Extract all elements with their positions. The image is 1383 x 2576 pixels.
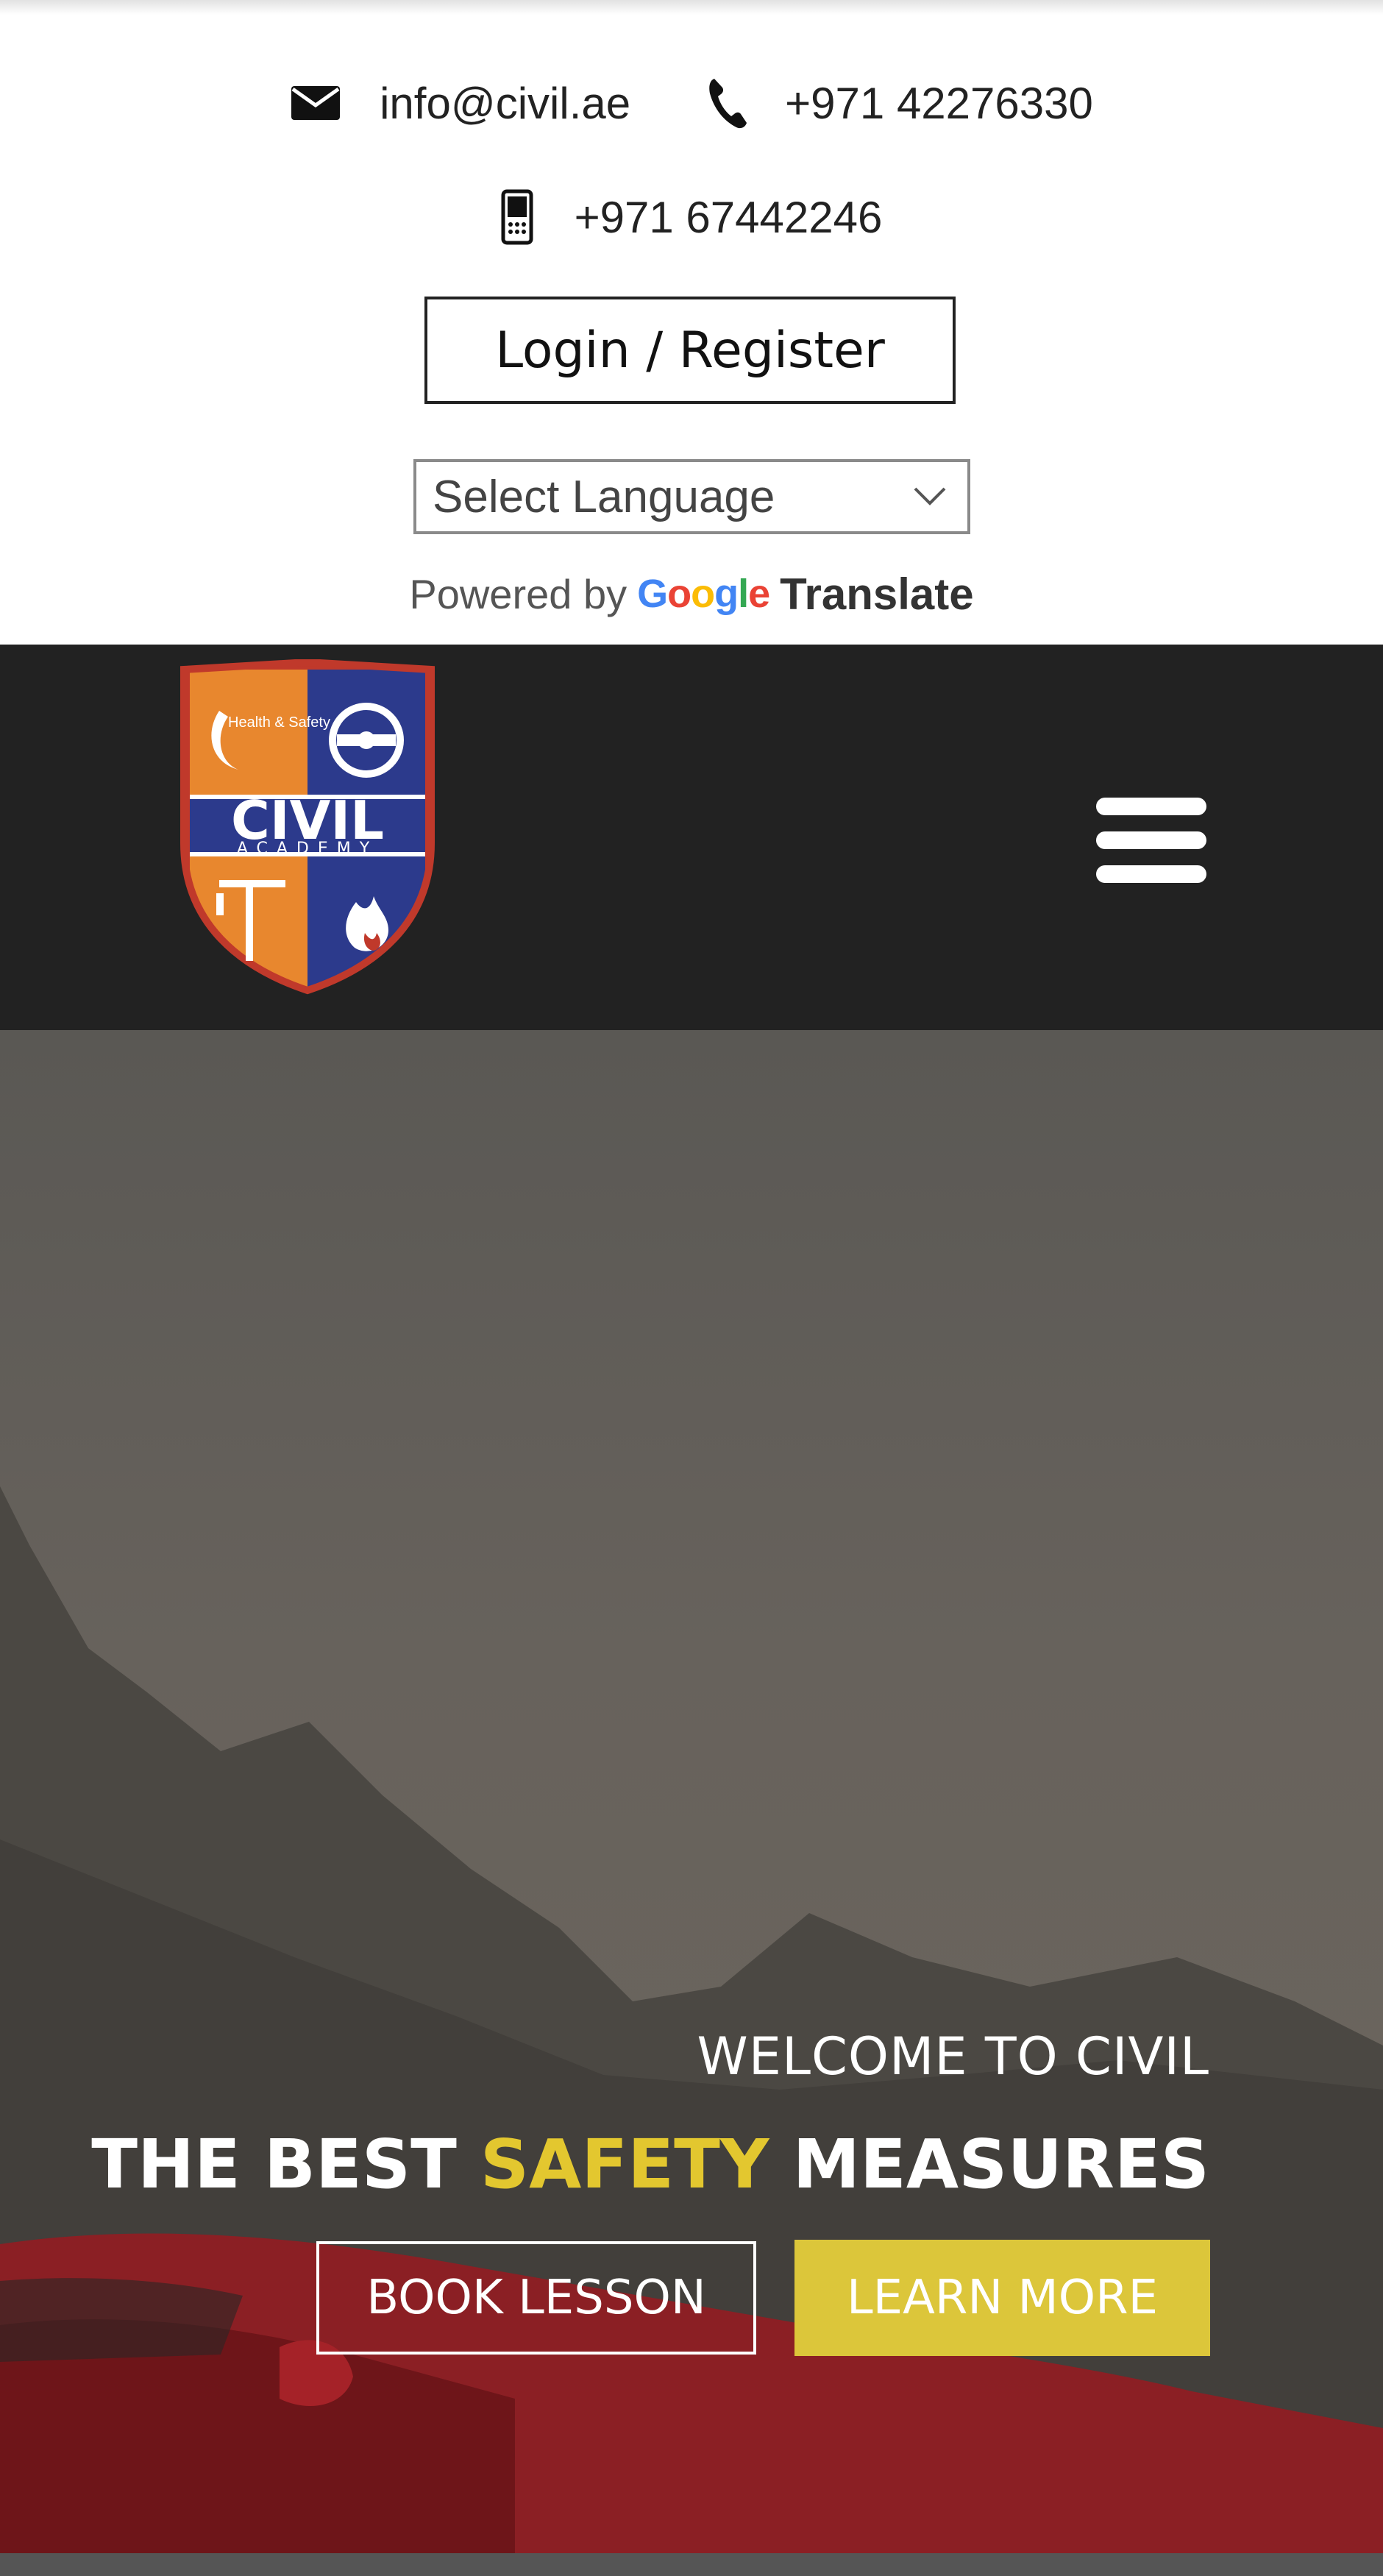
hamburger-bar-top xyxy=(1096,798,1206,815)
mobile-text[interactable]: +971 67442246 xyxy=(575,192,883,243)
phone-contact[interactable]: +971 42276330 xyxy=(707,76,1093,130)
contact-row-secondary: +971 67442246 xyxy=(0,184,1383,250)
email-text[interactable]: info@civil.ae xyxy=(380,78,630,129)
contact-row-primary: info@civil.ae +971 42276330 xyxy=(0,70,1383,136)
hamburger-bar-bottom xyxy=(1096,865,1206,883)
mobile-contact[interactable]: +971 67442246 xyxy=(501,189,883,245)
logo-health-safety-label: Health & Safety xyxy=(228,714,330,731)
phone-text[interactable]: +971 42276330 xyxy=(785,78,1093,129)
book-lesson-button[interactable]: BOOK LESSON xyxy=(316,2241,756,2355)
powered-by-text: Powered by xyxy=(409,570,627,617)
hero-banner: WELCOME TO CIVIL THE BEST SAFETY MEASURE… xyxy=(0,1030,1383,2576)
headline-prefix: THE BEST xyxy=(91,2125,480,2204)
email-contact[interactable]: info@civil.ae xyxy=(290,78,630,129)
chevron-down-icon xyxy=(914,487,946,505)
hamburger-menu-icon[interactable] xyxy=(1096,798,1206,883)
headline-suffix: MEASURES xyxy=(769,2125,1209,2204)
top-shadow-strip xyxy=(0,0,1383,15)
phone-icon xyxy=(709,79,747,129)
mobile-phone-icon xyxy=(501,189,533,245)
login-register-button[interactable]: Login / Register xyxy=(424,297,956,404)
hero-welcome-text: WELCOME TO CIVIL xyxy=(697,2026,1209,2087)
hero-headline: THE BEST SAFETY MEASURES xyxy=(91,2125,1209,2204)
learn-more-button[interactable]: LEARN MORE xyxy=(794,2240,1210,2356)
headline-accent: SAFETY xyxy=(480,2125,769,2204)
powered-by-google-translate: Powered by Google Translate xyxy=(0,568,1383,620)
hamburger-bar-middle xyxy=(1096,831,1206,849)
language-select[interactable]: Select Language xyxy=(413,459,970,534)
envelope-icon xyxy=(291,86,341,120)
civil-academy-logo[interactable]: Health & Safety CIVIL ACADEMY xyxy=(175,659,440,995)
translate-text: Translate xyxy=(780,569,974,619)
logo-academy-text: ACADEMY xyxy=(237,840,378,858)
language-select-value: Select Language xyxy=(433,471,775,522)
google-logo[interactable]: Google xyxy=(637,571,770,617)
